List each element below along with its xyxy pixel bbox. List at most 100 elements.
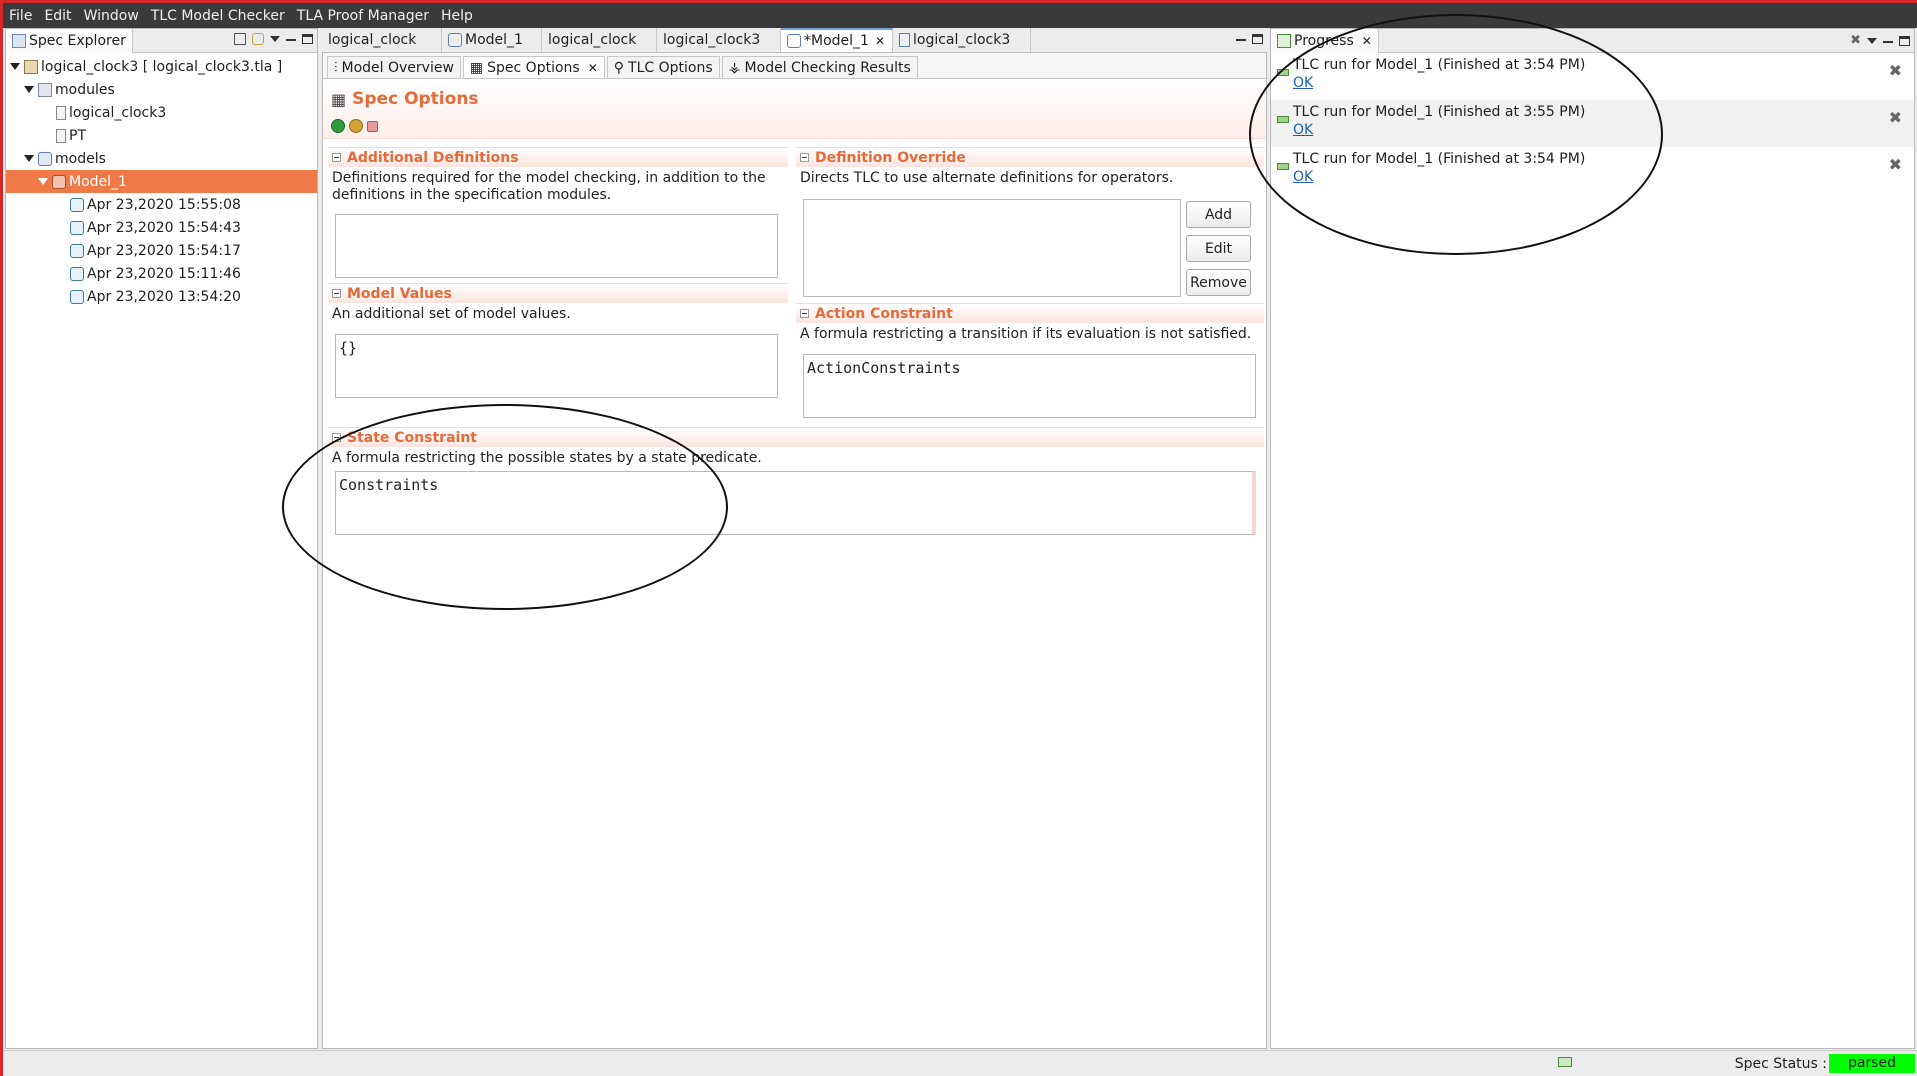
tab-progress[interactable]: Progress ✕ <box>1271 28 1379 53</box>
collapse-toggle-icon[interactable] <box>800 153 809 162</box>
spec-explorer-tabbar: Spec Explorer <box>6 28 317 53</box>
additional-definitions-section: Additional Definitions Definitions requi… <box>328 147 788 207</box>
menu-file[interactable]: File <box>9 8 32 24</box>
snapshot-icon <box>70 243 84 258</box>
tab-spec-options[interactable]: ▦ Spec Options ✕ <box>462 56 605 78</box>
maximize-icon[interactable] <box>1252 34 1263 44</box>
model-values-section: Model Values An additional set of model … <box>328 283 788 326</box>
tree-module-item[interactable]: PT <box>6 124 317 147</box>
section-header[interactable]: Definition Override <box>796 147 1264 167</box>
tree-models[interactable]: models <box>6 147 317 170</box>
remove-icon[interactable]: ✖ <box>1889 155 1902 174</box>
tree-modules-label: modules <box>55 81 115 98</box>
expand-icon[interactable] <box>24 86 34 93</box>
grid-icon: ▦ <box>331 89 347 109</box>
editor-tab-active[interactable]: *Model_1 ✕ <box>781 28 893 52</box>
progress-item-link[interactable]: OK <box>1293 75 1313 91</box>
editor-tab[interactable]: Model_1 <box>442 28 542 52</box>
menu-help[interactable]: Help <box>441 8 473 24</box>
progress-panel: Progress ✕ ✖ TLC run for Model_1 (Finish… <box>1270 28 1915 1049</box>
minimize-icon[interactable] <box>1883 40 1893 43</box>
state-constraint-field[interactable]: Constraints <box>335 471 1256 535</box>
menu-tla-proof-manager[interactable]: TLA Proof Manager <box>297 8 429 24</box>
editor-tab[interactable]: logical_clock <box>322 28 442 52</box>
tree-snapshot-item[interactable]: Apr 23,2020 13:54:20 <box>6 285 317 308</box>
tab-spec-explorer[interactable]: Spec Explorer <box>6 28 133 53</box>
collapse-toggle-icon[interactable] <box>332 289 341 298</box>
remove-icon[interactable]: ✖ <box>1889 61 1902 80</box>
tree-root[interactable]: logical_clock3 [ logical_clock3.tla ] <box>6 55 317 78</box>
section-header[interactable]: Additional Definitions <box>328 147 788 167</box>
tab-model-checking-results[interactable]: ⚶ Model Checking Results <box>721 56 918 78</box>
page-header: ▦ Spec Options <box>323 79 1266 139</box>
section-header[interactable]: Action Constraint <box>796 303 1264 323</box>
progress-tabbar: Progress ✕ ✖ <box>1271 28 1914 53</box>
tab-model-overview[interactable]: ⫶ Model Overview <box>327 56 461 78</box>
tree-snapshot-label: Apr 23,2020 13:54:20 <box>87 288 241 305</box>
tree-model-item[interactable]: Model_1 <box>6 170 317 193</box>
page-title: ▦ Spec Options <box>331 89 479 109</box>
model-values-field[interactable]: {} <box>335 334 778 398</box>
action-constraint-section: Action Constraint A formula restricting … <box>796 303 1264 346</box>
snapshot-icon <box>70 266 84 281</box>
expand-icon[interactable] <box>10 63 20 70</box>
expand-icon[interactable] <box>38 178 48 185</box>
tree-module-item[interactable]: logical_clock3 <box>6 101 317 124</box>
page-toolbar <box>331 119 378 133</box>
remove-icon[interactable]: ✖ <box>1889 108 1902 127</box>
editor-tab[interactable]: logical_clock <box>542 28 657 52</box>
spec-tree: logical_clock3 [ logical_clock3.tla ] mo… <box>6 53 317 310</box>
stop-icon[interactable] <box>367 121 378 132</box>
progress-item-link[interactable]: OK <box>1293 122 1313 138</box>
action-constraint-field[interactable]: ActionConstraints <box>803 354 1256 418</box>
additional-definitions-field[interactable] <box>335 214 778 278</box>
close-icon[interactable]: ✕ <box>588 61 598 75</box>
tree-snapshot-item[interactable]: Apr 23,2020 15:54:43 <box>6 216 317 239</box>
menu-edit[interactable]: Edit <box>44 8 71 24</box>
console-icon[interactable] <box>1558 1057 1572 1067</box>
view-menu-icon[interactable] <box>270 36 280 42</box>
tab-tlc-options[interactable]: ⚲ TLC Options <box>606 56 720 78</box>
edit-button[interactable]: Edit <box>1186 235 1251 262</box>
tree-snapshot-item[interactable]: Apr 23,2020 15:11:46 <box>6 262 317 285</box>
menu-window[interactable]: Window <box>84 8 139 24</box>
remove-button[interactable]: Remove <box>1186 269 1251 296</box>
view-menu-icon[interactable] <box>1867 37 1877 44</box>
tree-model-label: Model_1 <box>69 173 127 190</box>
link-editor-icon[interactable] <box>252 33 264 45</box>
validate-icon[interactable] <box>349 119 363 133</box>
tree-snapshot-label: Apr 23,2020 15:11:46 <box>87 265 241 282</box>
minimize-icon[interactable] <box>286 39 296 41</box>
close-icon[interactable]: ✕ <box>1362 34 1372 48</box>
editor-tab-label: logical_clock <box>328 32 417 48</box>
collapse-toggle-icon[interactable] <box>332 433 341 442</box>
expand-icon[interactable] <box>24 155 34 162</box>
add-button[interactable]: Add <box>1186 201 1251 228</box>
minimize-icon[interactable] <box>1236 39 1246 41</box>
maximize-icon[interactable] <box>302 34 313 44</box>
section-title: Action Constraint <box>815 305 953 322</box>
collapse-all-icon[interactable] <box>234 33 246 45</box>
snapshot-icon <box>70 220 84 235</box>
maximize-icon[interactable] <box>1899 35 1910 46</box>
status-value: parsed <box>1829 1054 1915 1073</box>
tree-modules[interactable]: modules <box>6 78 317 101</box>
menu-tlc-model-checker[interactable]: TLC Model Checker <box>151 8 285 24</box>
models-icon <box>38 151 52 166</box>
section-header[interactable]: State Constraint <box>328 427 1264 447</box>
section-header[interactable]: Model Values <box>328 283 788 303</box>
file-icon <box>56 105 66 120</box>
collapse-toggle-icon[interactable] <box>800 309 809 318</box>
collapse-toggle-icon[interactable] <box>332 153 341 162</box>
progress-item-link[interactable]: OK <box>1293 169 1313 185</box>
run-icon[interactable] <box>331 119 345 133</box>
remove-all-icon[interactable]: ✖ <box>1850 33 1861 48</box>
status-bar: Spec Status : parsed <box>3 1050 1917 1076</box>
close-icon[interactable]: ✕ <box>875 34 885 48</box>
definition-override-list[interactable] <box>803 199 1181 297</box>
editor-tab[interactable]: logical_clock3 <box>657 28 781 52</box>
tree-snapshot-item[interactable]: Apr 23,2020 15:55:08 <box>6 193 317 216</box>
tree-snapshot-item[interactable]: Apr 23,2020 15:54:17 <box>6 239 317 262</box>
section-description: Definitions required for the model check… <box>332 170 766 203</box>
editor-tab[interactable]: logical_clock3 <box>893 28 1031 52</box>
